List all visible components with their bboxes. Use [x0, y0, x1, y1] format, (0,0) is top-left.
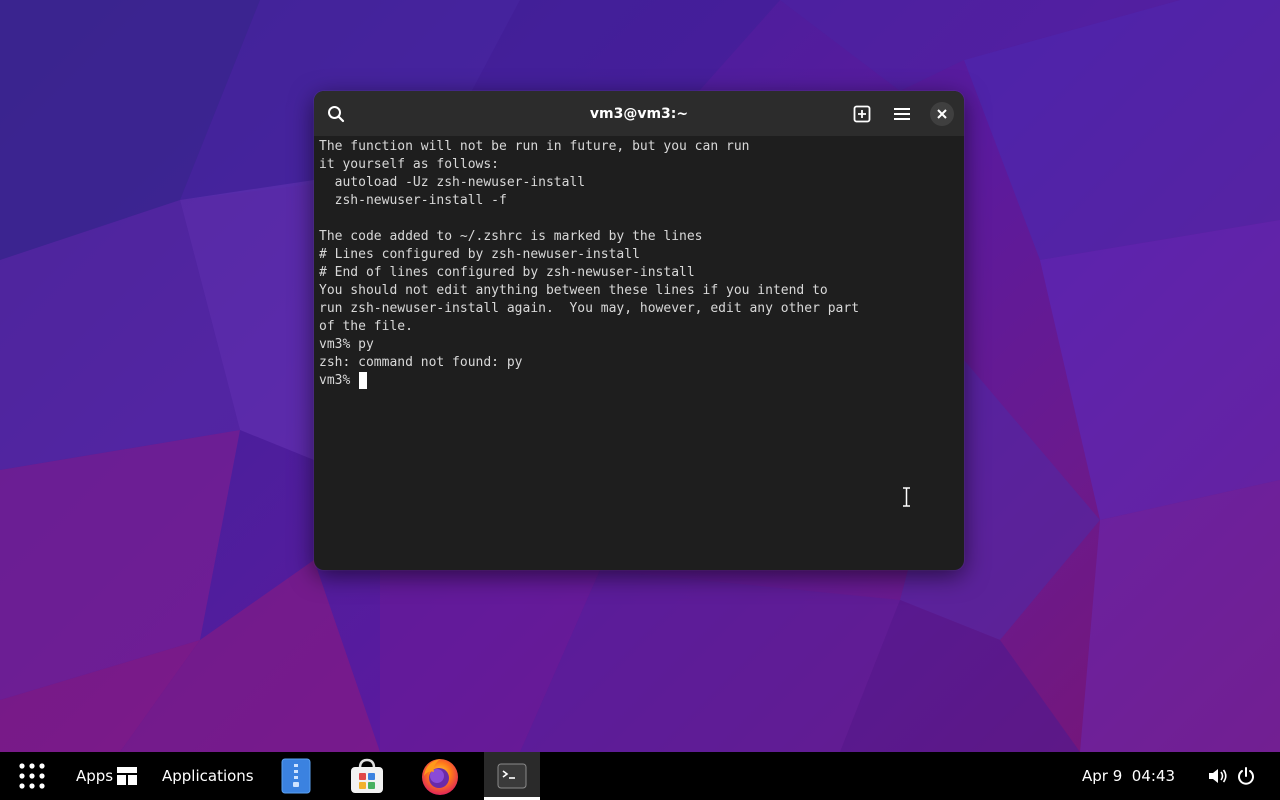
apps-label: Apps	[76, 767, 114, 785]
terminal-line: vm3% py	[319, 337, 374, 352]
search-icon	[328, 106, 345, 123]
apps-menu-button[interactable]: Apps	[76, 752, 113, 800]
terminal-line: You should not edit anything between the…	[319, 283, 828, 298]
close-icon	[937, 109, 947, 119]
firefox-icon	[422, 759, 458, 795]
new-tab-icon	[853, 105, 871, 123]
terminal-line: autoload -Uz zsh-newuser-install	[319, 175, 586, 190]
window-title: vm3@vm3:~	[589, 105, 689, 122]
volume-icon	[1209, 769, 1227, 783]
terminal-output[interactable]: The function will not be run in future, …	[319, 138, 959, 563]
close-button[interactable]	[927, 99, 957, 129]
store-bag-icon	[351, 758, 383, 793]
terminal-line: zsh-newuser-install -f	[319, 193, 507, 208]
applications-menu-button[interactable]: Applications	[162, 752, 254, 800]
volume-button[interactable]	[1208, 752, 1228, 800]
terminal-line: The function will not be run in future, …	[319, 139, 750, 154]
taskbar-app-firefox[interactable]	[418, 752, 462, 800]
search-button[interactable]	[321, 99, 351, 129]
power-icon	[1238, 767, 1254, 785]
file-manager-icon	[281, 758, 311, 794]
applications-label: Applications	[162, 767, 254, 785]
terminal-window[interactable]: vm3@vm3:~ The function will not be run i…	[314, 91, 964, 570]
terminal-line: # End of lines configured by zsh-newuser…	[319, 265, 695, 280]
app-grid-button[interactable]	[14, 752, 50, 800]
taskbar: Apps Applications Apr 9 04:43	[0, 752, 1280, 800]
terminal-icon	[497, 763, 527, 789]
terminal-line: The code added to ~/.zshrc is marked by …	[319, 229, 703, 244]
terminal-line: it yourself as follows:	[319, 157, 500, 172]
terminal-line: zsh: command not found: py	[319, 355, 523, 370]
hamburger-menu-icon	[894, 108, 910, 120]
terminal-prompt-line[interactable]: vm3%	[319, 372, 959, 390]
taskbar-app-software-store[interactable]	[346, 752, 388, 800]
terminal-prompt: vm3%	[319, 373, 359, 388]
clock[interactable]: Apr 9 04:43	[1082, 752, 1175, 800]
taskbar-app-terminal[interactable]	[484, 752, 540, 800]
terminal-line: # Lines configured by zsh-newuser-instal…	[319, 247, 640, 262]
text-cursor	[359, 372, 368, 389]
workspace-layout-icon	[117, 767, 137, 785]
workspace-icon[interactable]	[117, 752, 137, 800]
power-button[interactable]	[1237, 752, 1255, 800]
new-tab-button[interactable]	[847, 99, 877, 129]
terminal-line: run zsh-newuser-install again. You may, …	[319, 301, 860, 316]
app-grid-icon	[19, 763, 45, 789]
clock-text: Apr 9 04:43	[1082, 767, 1176, 785]
terminal-titlebar[interactable]: vm3@vm3:~	[314, 91, 964, 136]
ibeam-cursor-icon	[903, 487, 910, 507]
terminal-line: of the file.	[319, 319, 413, 334]
desktop-wallpaper: vm3@vm3:~ The function will not be run i…	[0, 0, 1280, 752]
menu-button[interactable]	[887, 99, 917, 129]
taskbar-app-files[interactable]	[276, 752, 316, 800]
